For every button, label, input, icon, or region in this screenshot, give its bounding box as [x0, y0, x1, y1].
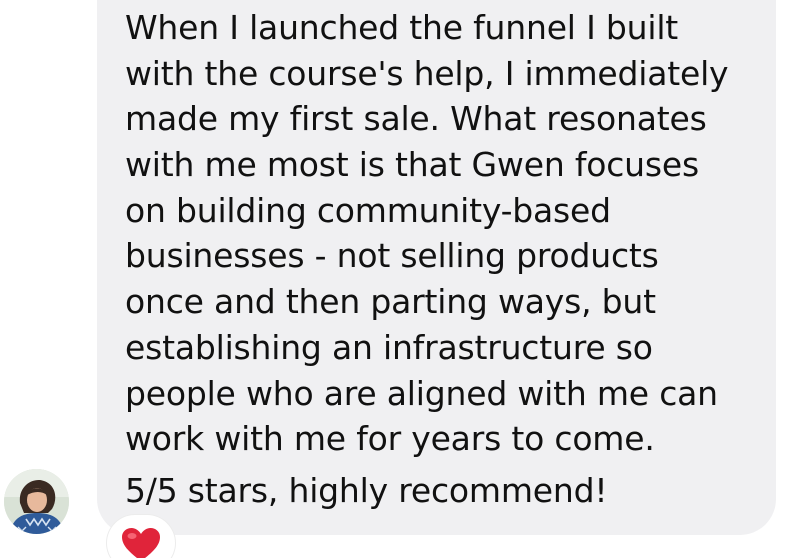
message-line: once and then parting ways, but — [125, 282, 656, 322]
chat-view: When I launched the funnel I built with … — [0, 0, 800, 558]
message-line: work with me for years to come. — [125, 419, 655, 459]
message-line: made my first sale. What resonates — [125, 99, 707, 139]
reaction-badge[interactable] — [107, 515, 175, 558]
message-text: When I launched the funnel I built with … — [125, 5, 765, 514]
avatar[interactable] — [4, 469, 69, 534]
message-line: businesses - not selling products — [125, 236, 659, 276]
message-line: establishing an infrastructure so — [125, 327, 653, 367]
message-line: When I launched the funnel I built — [125, 8, 679, 47]
rating-line: 5/5 stars, highly recommend! — [125, 470, 608, 510]
message-line: people who are aligned with me can — [125, 373, 718, 413]
message-line: with me most is that Gwen focuses — [125, 145, 699, 185]
heart-icon — [122, 528, 160, 558]
message-line: on building community-based — [125, 190, 611, 230]
message-line: with the course's help, I immediately — [125, 53, 729, 93]
profile-photo-icon — [4, 469, 69, 534]
